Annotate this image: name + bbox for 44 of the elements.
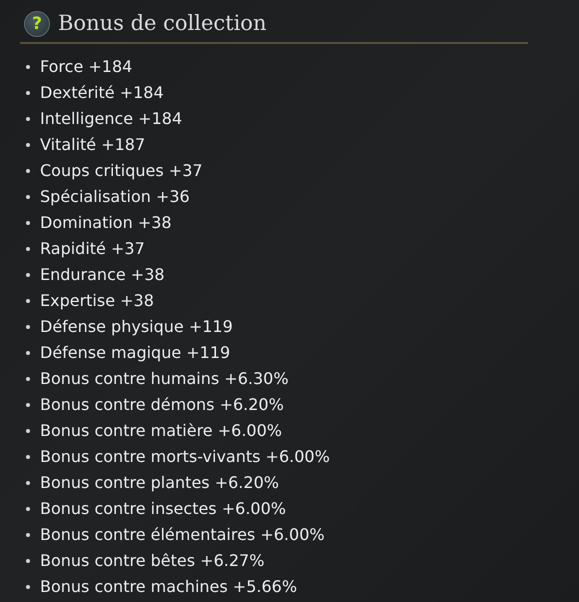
bullet-icon xyxy=(26,480,30,484)
stat-bonus: Bonus contre bêtes +6.27% xyxy=(40,550,264,572)
stat-bonus: Défense magique +119 xyxy=(40,342,230,364)
bullet-icon xyxy=(26,376,30,380)
stat-bonus: Bonus contre élémentaires +6.00% xyxy=(40,524,325,546)
stat-bonus: Rapidité +37 xyxy=(40,238,145,260)
bullet-icon xyxy=(26,246,30,250)
stat-bonus: Intelligence +184 xyxy=(40,108,182,130)
bullet-icon xyxy=(26,324,30,328)
stat-bonus: Bonus contre démons +6.20% xyxy=(40,394,284,416)
stat-bonus: Bonus contre humains +6.30% xyxy=(40,368,289,390)
stat-bonus: Défense physique +119 xyxy=(40,316,233,338)
bullet-icon xyxy=(26,350,30,354)
bullet-icon xyxy=(26,194,30,198)
stat-bonus: Bonus contre insectes +6.00% xyxy=(40,498,286,520)
bullet-icon xyxy=(26,142,30,146)
panel-title: Bonus de collection xyxy=(58,10,266,37)
bullet-icon xyxy=(26,220,30,224)
bullet-icon xyxy=(26,506,30,510)
help-icon[interactable]: ? xyxy=(24,10,50,37)
bullet-icon xyxy=(26,90,30,94)
bullet-icon xyxy=(26,532,30,536)
bullet-icon xyxy=(26,272,30,276)
stat-bonus: Endurance +38 xyxy=(40,264,165,286)
bullet-icon xyxy=(26,584,30,588)
stat-bonus: Expertise +38 xyxy=(40,290,154,312)
stat-bonus: Spécialisation +36 xyxy=(40,186,190,208)
bullet-icon xyxy=(26,402,30,406)
bullet-icon xyxy=(26,558,30,562)
stat-bonus: Bonus contre matière +6.00% xyxy=(40,420,282,442)
bullet-icon xyxy=(26,298,30,302)
bullet-icon xyxy=(26,116,30,120)
stat-bonus: Dextérité +184 xyxy=(40,82,164,104)
stat-bonus: Vitalité +187 xyxy=(40,134,146,156)
stat-bonus: Coups critiques +37 xyxy=(40,160,203,182)
bullet-icon xyxy=(26,168,30,172)
stat-bonus: Force +184 xyxy=(40,56,132,78)
stat-bonus: Domination +38 xyxy=(40,212,172,234)
stat-bonus: Bonus contre plantes +6.20% xyxy=(40,472,279,494)
stat-bonus: Bonus contre machines +5.66% xyxy=(40,576,298,598)
stat-bonus: Bonus contre morts-vivants +6.00% xyxy=(40,446,330,468)
bullet-icon xyxy=(26,64,30,68)
bullet-icon xyxy=(26,454,30,458)
bullet-icon xyxy=(26,428,30,432)
